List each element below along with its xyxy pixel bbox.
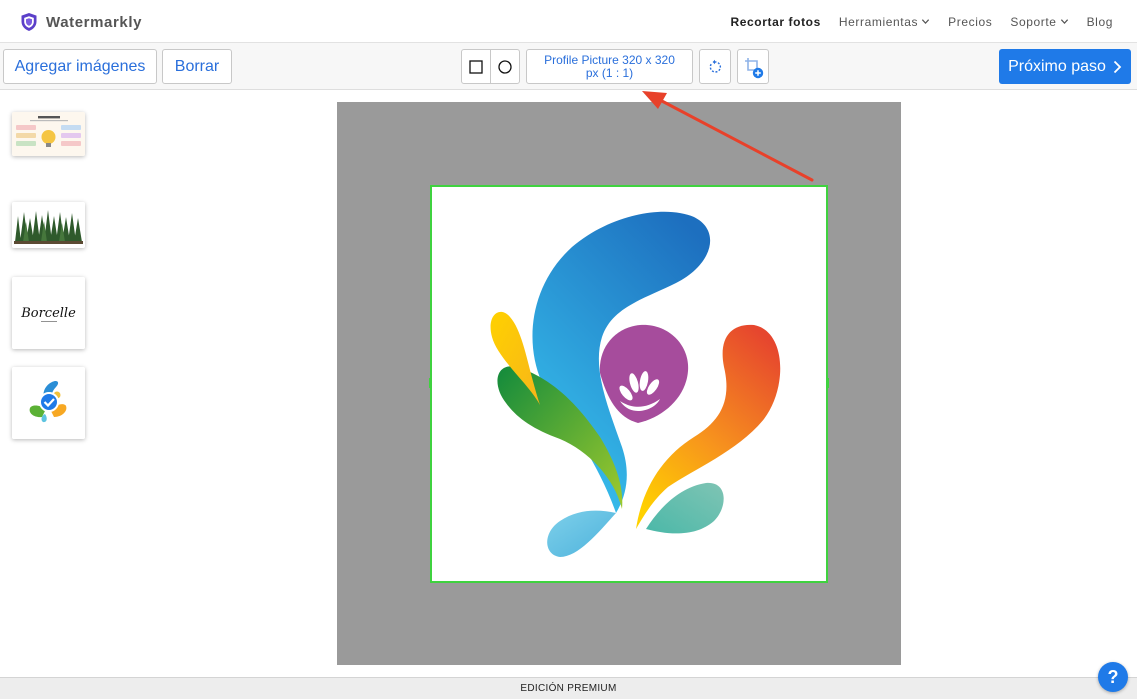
splash-logo-image (490, 211, 781, 557)
borcelle-logo-text: Borcelle (20, 306, 76, 321)
crop-handle-left[interactable] (429, 378, 432, 388)
help-button[interactable]: ? (1098, 662, 1128, 692)
nav-recortar-fotos[interactable]: Recortar fotos (730, 15, 820, 29)
edition-label: EDICIÓN PREMIUM (520, 683, 617, 694)
rotate-button[interactable] (699, 49, 731, 84)
crop-selection[interactable] (429, 185, 829, 583)
borcelle-logo-image: Borcelle (12, 277, 85, 349)
nav-blog[interactable]: Blog (1087, 15, 1113, 29)
chevron-down-icon (922, 19, 930, 25)
nav-label: Soporte (1010, 14, 1057, 29)
circle-crop-icon (498, 59, 512, 74)
nav-label: Precios (948, 14, 993, 29)
add-images-button[interactable]: Agregar imágenes (3, 49, 157, 84)
preset-line-2: px (1 : 1) (585, 66, 634, 80)
splash-logo-thumbnail-image (12, 367, 85, 439)
top-navbar: Watermarkly Recortar fotos Herramientas … (0, 0, 1137, 43)
nav-label: Recortar fotos (730, 14, 821, 29)
chevron-down-icon (1060, 19, 1068, 25)
splash-logo-thumbnail[interactable] (12, 367, 85, 439)
nav-label: Blog (1086, 14, 1113, 29)
chevron-right-icon (1113, 60, 1122, 73)
infographic-image (12, 112, 85, 156)
next-step-button[interactable]: Próximo paso (999, 49, 1131, 84)
delete-button[interactable]: Borrar (162, 49, 232, 84)
crop-add-icon (745, 57, 764, 78)
forest-image (12, 202, 85, 248)
forest-thumbnail[interactable] (12, 202, 85, 248)
nav-precios[interactable]: Precios (948, 15, 992, 29)
crop-shape-toggle (461, 49, 520, 84)
brand[interactable]: Watermarkly (20, 12, 142, 32)
nav-soporte[interactable]: Soporte (1010, 15, 1068, 29)
nav-label: Herramientas (838, 14, 919, 29)
rectangle-crop-button[interactable] (462, 50, 490, 83)
editor-toolbar: Agregar imágenes Borrar Profile Picture … (0, 43, 1137, 90)
crop-add-button[interactable] (737, 49, 769, 84)
rotate-icon (709, 59, 721, 73)
crop-handle-right[interactable] (826, 378, 829, 388)
crop-preset-select[interactable]: Profile Picture 320 x 320 px (1 : 1) (526, 49, 693, 84)
brand-name: Watermarkly (46, 13, 143, 31)
borcelle-logo-thumbnail[interactable]: Borcelle (12, 277, 85, 349)
infographic-thumbnail[interactable] (12, 112, 85, 156)
nav-herramientas[interactable]: Herramientas (839, 15, 930, 29)
nav-links: Recortar fotos Herramientas Precios Sopo… (712, 0, 1113, 43)
rectangle-crop-icon (469, 59, 483, 74)
shield-logo-icon (21, 13, 37, 31)
next-step-label: Próximo paso (1008, 57, 1106, 75)
edition-footer: EDICIÓN PREMIUM (0, 677, 1137, 699)
circle-crop-button[interactable] (490, 50, 519, 83)
